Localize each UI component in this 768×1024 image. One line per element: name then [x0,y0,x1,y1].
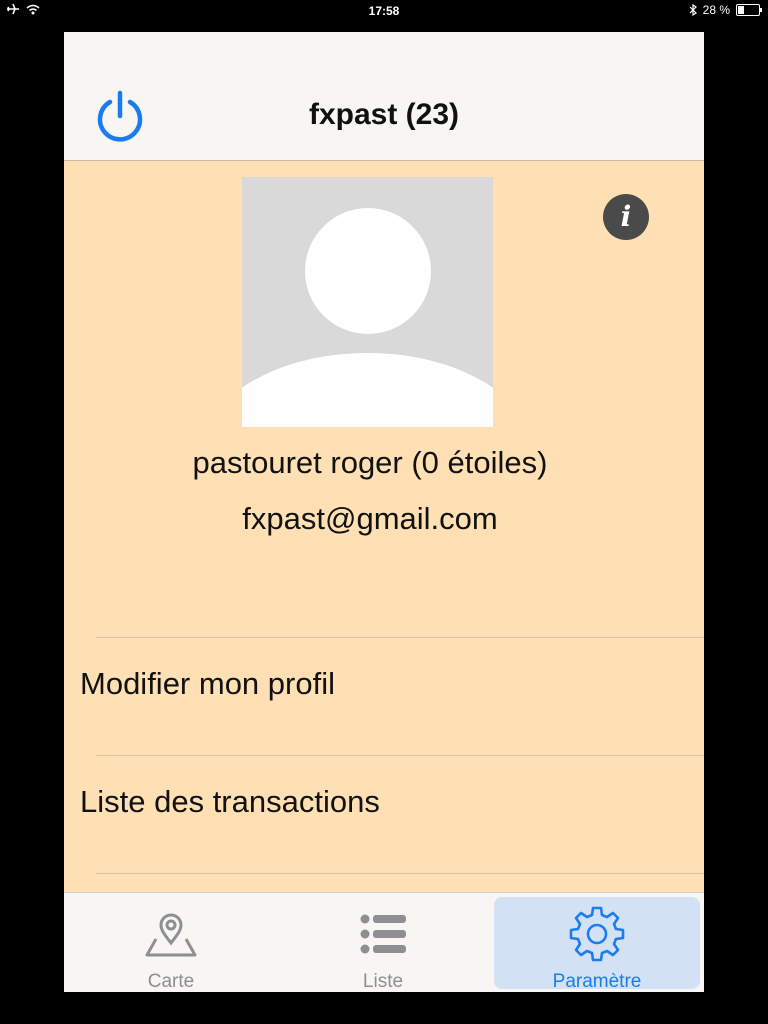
status-time: 17:58 [368,4,400,18]
avatar-body-shape [242,353,493,427]
page-title: fxpast (23) [308,98,460,131]
bluetooth-icon [689,4,697,16]
menu-item-transactions[interactable]: Liste des transactions [64,756,704,872]
status-right: 28 % [689,3,762,17]
status-bar: 17:58 28 % [0,0,768,22]
tab-label: Liste [362,971,404,992]
menu-item-edit-profile[interactable]: Modifier mon profil [64,638,704,754]
tab-label: Carte [147,971,195,992]
avatar-head-shape [305,208,431,334]
profile-email: fxpast@gmail.com [242,501,498,536]
app-screen: fxpast (23) i pastouret roger (0 étoiles… [64,32,704,992]
avatar [242,177,493,427]
gear-icon [569,906,625,962]
tab-liste[interactable]: Liste [280,897,486,992]
list-icon [360,914,406,954]
tab-label: Paramètre [552,971,642,992]
divider [96,873,704,874]
tab-carte[interactable]: Carte [68,897,274,992]
info-button[interactable]: i [603,194,649,240]
battery-percent: 28 % [702,3,730,17]
profile-name: pastouret roger (0 étoiles) [192,445,548,480]
navigation-bar: fxpast (23) [64,32,704,161]
battery-icon [736,4,762,16]
menu-item-label: Modifier mon profil [80,666,335,701]
tab-bar: Carte Liste Paramètre [64,892,704,992]
menu-item-label: Liste des transactions [80,784,380,819]
tab-parametre[interactable]: Paramètre [494,897,700,992]
map-pin-icon [145,913,197,957]
info-icon: i [620,200,632,233]
